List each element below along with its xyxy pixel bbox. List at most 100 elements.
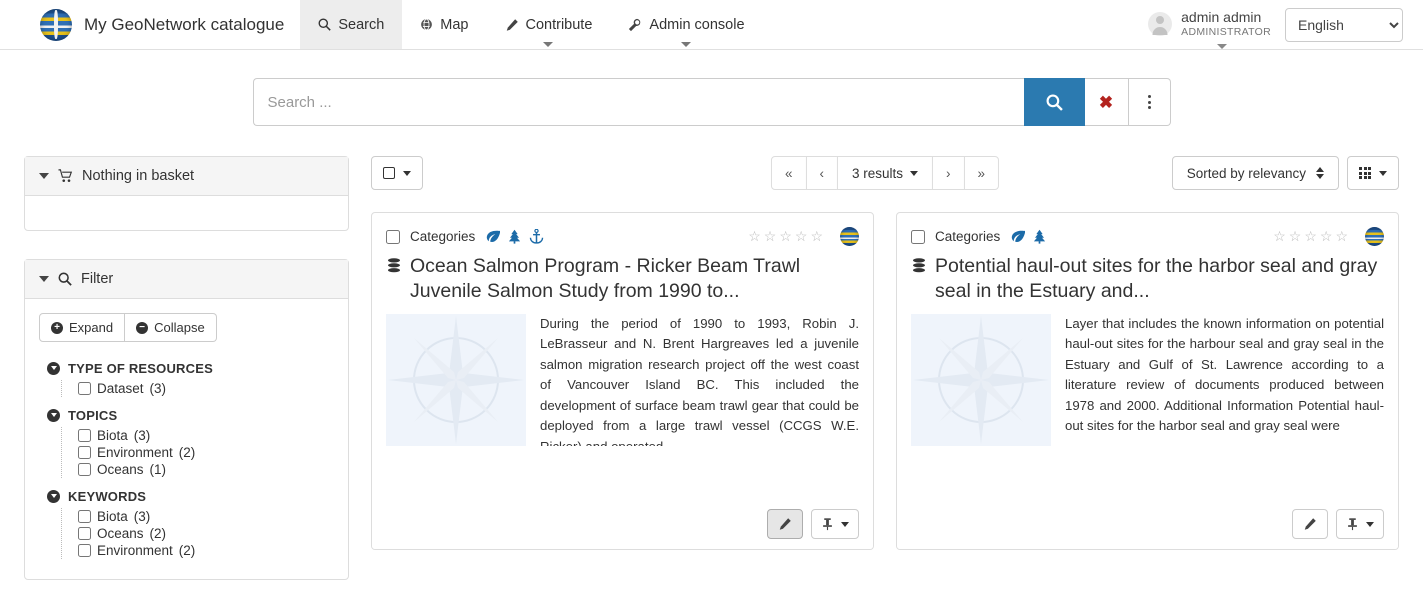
edit-record-button[interactable] — [1292, 509, 1328, 539]
result-card-actions — [897, 499, 1398, 549]
pin-icon — [1348, 518, 1357, 531]
facet-header-type-of-resources[interactable]: TYPE OF RESOURCES — [39, 356, 334, 380]
facet-checkbox[interactable] — [78, 544, 91, 557]
rating-stars[interactable]: ☆ ☆ ☆ ☆ ☆ — [748, 228, 823, 245]
pager-last-button[interactable]: » — [963, 156, 1000, 190]
star-icon[interactable]: ☆ — [1273, 228, 1286, 245]
top-navigation-bar: My GeoNetwork catalogue Search Map Contr — [0, 0, 1423, 50]
chevron-down-icon — [1379, 170, 1387, 176]
result-title-link[interactable]: Ocean Salmon Program - Ricker Beam Trawl… — [372, 248, 873, 314]
sidebar: Nothing in basket Filter + Expand − Coll… — [24, 156, 349, 589]
clear-search-button[interactable]: ✖ — [1084, 78, 1129, 126]
user-menu[interactable]: admin admin ADMINISTRATOR — [1148, 9, 1271, 49]
facet-checkbox[interactable] — [78, 446, 91, 459]
leaf-icon — [487, 230, 501, 242]
star-icon[interactable]: ☆ — [810, 228, 823, 245]
result-card-header: Categories ☆ ☆ ☆ ☆ ☆ — [897, 213, 1398, 248]
checkbox-icon — [383, 167, 395, 179]
result-card-header: Categories ☆ ☆ ☆ ☆ ☆ — [372, 213, 873, 248]
search-submit-button[interactable] — [1023, 78, 1085, 126]
result-title-link[interactable]: Potential haul-out sites for the harbor … — [897, 248, 1398, 314]
facet-header-topics[interactable]: TOPICS — [39, 403, 334, 427]
facet-checkbox[interactable] — [78, 463, 91, 476]
view-mode-button[interactable] — [1347, 156, 1399, 190]
facet-item-oceans[interactable]: Oceans (1) — [78, 461, 334, 478]
database-icon — [388, 258, 400, 273]
expand-all-button[interactable]: + Expand — [39, 313, 126, 342]
pager-prev-button[interactable]: ‹ — [805, 156, 838, 190]
chevron-down-icon — [681, 42, 692, 47]
pin-record-button[interactable] — [811, 509, 859, 539]
select-all-dropdown-button[interactable] — [371, 156, 423, 190]
star-icon[interactable]: ☆ — [748, 228, 761, 245]
sort-dropdown-button[interactable]: Sorted by relevancy — [1171, 156, 1339, 190]
facet-item-biota[interactable]: Biota (3) — [78, 427, 334, 444]
result-abstract: During the period of 1990 to 1993, Robin… — [540, 315, 859, 446]
result-select-checkbox[interactable] — [386, 229, 400, 244]
nav-tab-map[interactable]: Map — [402, 0, 486, 49]
facet-checkbox[interactable] — [78, 527, 91, 540]
star-icon[interactable]: ☆ — [779, 228, 792, 245]
compass-rose-placeholder-icon — [388, 315, 524, 444]
result-thumbnail[interactable] — [386, 313, 526, 446]
facet-checkbox[interactable] — [78, 429, 91, 442]
expand-label: Expand — [69, 320, 114, 335]
chevron-down-icon — [841, 521, 849, 527]
result-select-checkbox[interactable] — [911, 229, 925, 244]
facet-title-label: TOPICS — [68, 408, 118, 423]
collapse-toggle-icon — [47, 490, 60, 503]
results-toolbar: « ‹ 3 results › » Sorted by relevancy — [371, 156, 1399, 190]
result-card[interactable]: Categories ☆ ☆ ☆ ☆ ☆ Ocean Salmon Progra… — [371, 212, 874, 550]
geonetwork-globe-logo-icon — [40, 8, 72, 41]
search-icon — [318, 18, 332, 31]
language-select[interactable]: English — [1285, 7, 1403, 42]
facet-item-keyword-oceans[interactable]: Oceans (2) — [78, 525, 334, 542]
nav-tab-admin-console[interactable]: Admin console — [610, 0, 762, 49]
pager-next-button[interactable]: › — [932, 156, 965, 190]
star-icon[interactable]: ☆ — [1304, 228, 1317, 245]
facet-item-keyword-environment[interactable]: Environment (2) — [78, 542, 334, 559]
search-options-button[interactable] — [1128, 78, 1171, 126]
pager-first-button[interactable]: « — [770, 156, 807, 190]
catalogue-owner-icon — [840, 227, 859, 246]
nav-tab-map-label: Map — [440, 16, 469, 33]
facet-item-label: Environment — [97, 543, 173, 558]
shopping-cart-icon — [58, 169, 73, 182]
facet-header-keywords[interactable]: KEYWORDS — [39, 484, 334, 508]
collapse-all-button[interactable]: − Collapse — [125, 313, 217, 342]
edit-record-button[interactable] — [767, 509, 803, 539]
facet-item-environment[interactable]: Environment (2) — [78, 444, 334, 461]
pin-record-button[interactable] — [1336, 509, 1384, 539]
basket-panel-header[interactable]: Nothing in basket — [25, 157, 348, 196]
filter-panel: Filter + Expand − Collapse TYPE OF RESOU… — [24, 259, 349, 580]
facet-checkbox[interactable] — [78, 510, 91, 523]
minus-circle-icon: − — [136, 321, 149, 334]
nav-tab-contribute[interactable]: Contribute — [487, 0, 611, 49]
facet-item-label: Environment — [97, 445, 173, 460]
database-icon — [913, 258, 925, 273]
search-input[interactable] — [252, 78, 1024, 126]
result-card[interactable]: Categories ☆ ☆ ☆ ☆ ☆ Potential haul-out … — [896, 212, 1399, 550]
user-avatar-icon — [1148, 11, 1173, 36]
nav-tab-search[interactable]: Search — [300, 0, 403, 49]
filter-panel-header[interactable]: Filter — [25, 260, 348, 299]
star-icon[interactable]: ☆ — [1320, 228, 1333, 245]
star-icon[interactable]: ☆ — [1335, 228, 1348, 245]
leaf-icon — [1012, 230, 1026, 242]
facet-item-count: (3) — [149, 381, 167, 396]
brand-home-link[interactable]: My GeoNetwork catalogue — [0, 0, 300, 49]
facet-group-keywords: KEYWORDS Biota (3) Oceans (2) Environmen… — [39, 484, 334, 559]
facet-item-dataset[interactable]: Dataset (3) — [78, 380, 334, 397]
rating-stars[interactable]: ☆ ☆ ☆ ☆ ☆ — [1273, 228, 1348, 245]
star-icon[interactable]: ☆ — [1289, 228, 1302, 245]
grid-view-icon — [1359, 167, 1371, 179]
search-bar-region: ✖ — [0, 50, 1423, 126]
facet-item-keyword-biota[interactable]: Biota (3) — [78, 508, 334, 525]
result-thumbnail[interactable] — [911, 313, 1051, 446]
facet-checkbox[interactable] — [78, 382, 91, 395]
tree-icon — [1034, 229, 1046, 244]
kebab-menu-icon — [1147, 95, 1151, 109]
star-icon[interactable]: ☆ — [795, 228, 808, 245]
results-count-dropdown[interactable]: 3 results — [836, 156, 934, 190]
star-icon[interactable]: ☆ — [764, 228, 777, 245]
